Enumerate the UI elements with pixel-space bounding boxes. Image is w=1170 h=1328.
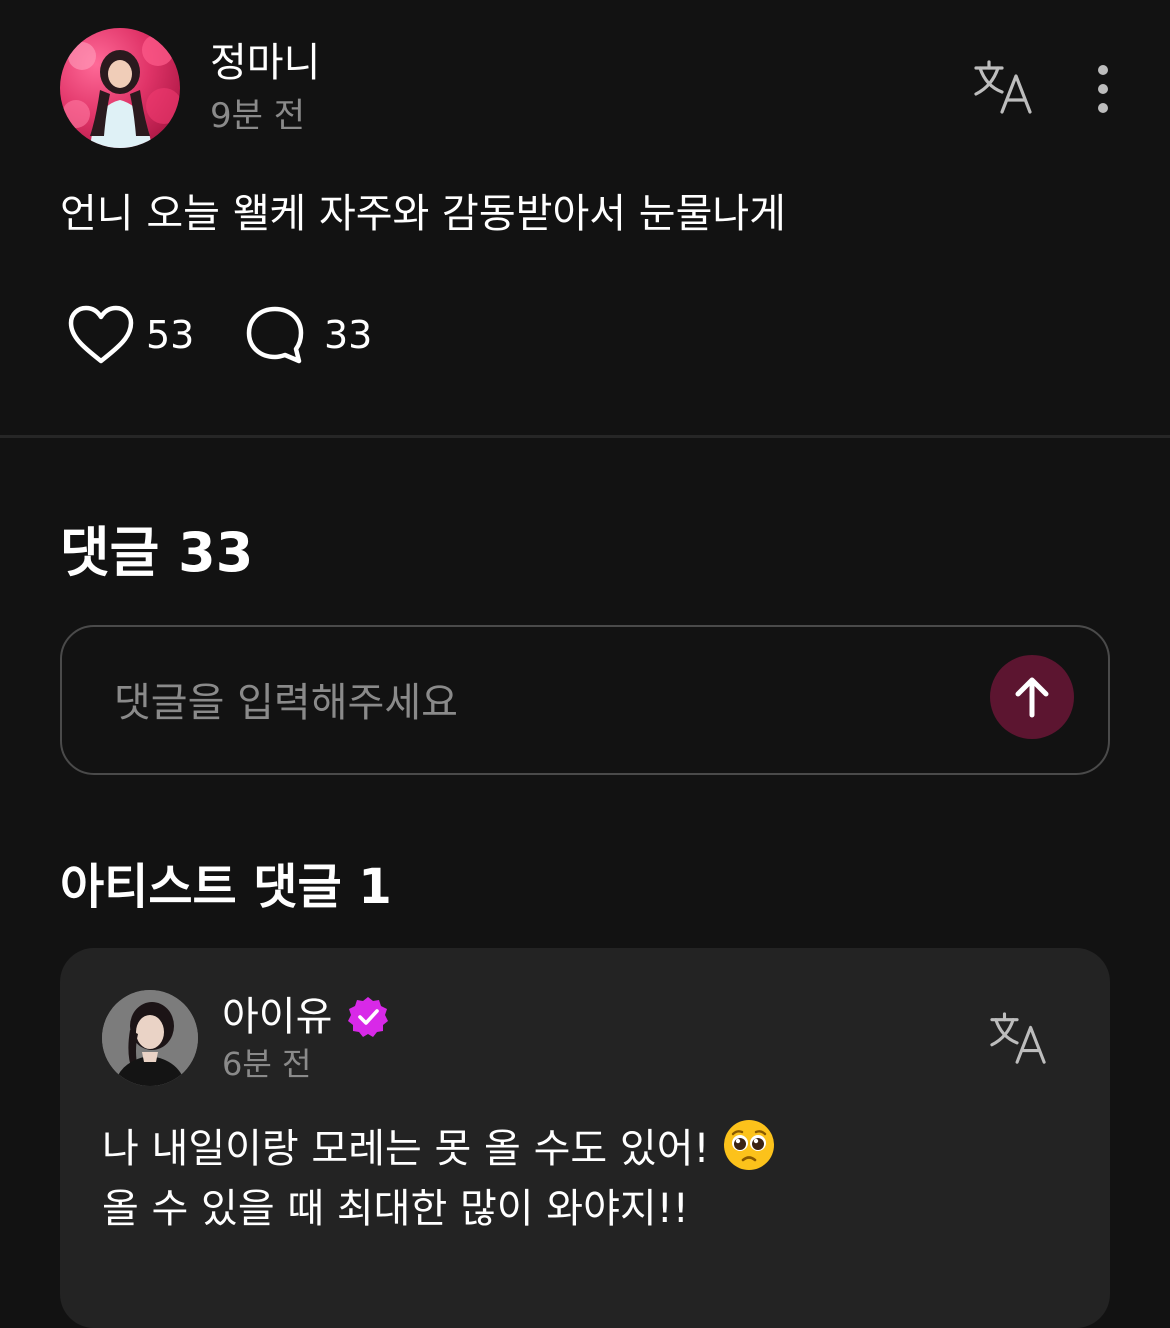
artist-name-row: 아이유 bbox=[222, 992, 390, 1042]
artist-comment-text-line2: 올 수 있을 때 최대한 많이 와야지!! bbox=[102, 1186, 689, 1232]
pleading-face-emoji-icon bbox=[723, 1120, 774, 1170]
artist-comment-timestamp: 6분 전 bbox=[222, 1045, 312, 1083]
section-divider bbox=[0, 435, 1170, 438]
heart-icon bbox=[68, 305, 134, 364]
translate-icon bbox=[974, 60, 1032, 114]
artist-comment-body: 나 내일이랑 모레는 못 올 수도 있어! 올 수 있을 때 최대한 많이 와야… bbox=[102, 1118, 776, 1239]
translate-button[interactable] bbox=[972, 58, 1036, 118]
comment-button[interactable]: 33 bbox=[244, 302, 372, 368]
send-comment-button[interactable] bbox=[990, 655, 1074, 739]
artist-avatar-image bbox=[102, 990, 198, 1086]
artist-avatar[interactable] bbox=[102, 990, 198, 1086]
artist-translate-button[interactable] bbox=[988, 1010, 1050, 1068]
author-avatar[interactable] bbox=[60, 28, 180, 148]
like-count: 53 bbox=[146, 313, 195, 357]
more-vertical-icon bbox=[1098, 65, 1108, 113]
artist-comment-text-line1: 나 내일이랑 모레는 못 올 수도 있어! bbox=[102, 1126, 710, 1172]
translate-icon bbox=[990, 1012, 1046, 1064]
artist-comment-line: 나 내일이랑 모레는 못 올 수도 있어! bbox=[102, 1118, 776, 1179]
comment-count: 33 bbox=[324, 313, 373, 357]
author-avatar-image bbox=[62, 34, 180, 148]
comments-title: 댓글 33 bbox=[60, 521, 254, 584]
comment-input[interactable] bbox=[112, 667, 976, 739]
arrow-up-icon bbox=[1015, 677, 1049, 718]
like-button[interactable]: 53 bbox=[66, 302, 194, 368]
artist-comments-title: 아티스트 댓글 1 bbox=[60, 859, 392, 915]
artist-name[interactable]: 아이유 bbox=[222, 992, 332, 1042]
verified-badge-icon bbox=[348, 997, 389, 1037]
post-timestamp: 9분 전 bbox=[210, 96, 305, 136]
post-body: 언니 오늘 왤케 자주와 감동받아서 눈물나게 bbox=[60, 191, 786, 237]
author-name[interactable]: 정마니 bbox=[210, 38, 320, 88]
artist-comment-card: 아이유 6분 전 나 내일이랑 모레는 못 올 수도 있어! 올 수 있을 때 … bbox=[60, 948, 1110, 1328]
more-options-button[interactable] bbox=[1090, 62, 1116, 116]
comment-input-box bbox=[60, 625, 1110, 775]
comment-bubble-icon bbox=[246, 306, 304, 364]
